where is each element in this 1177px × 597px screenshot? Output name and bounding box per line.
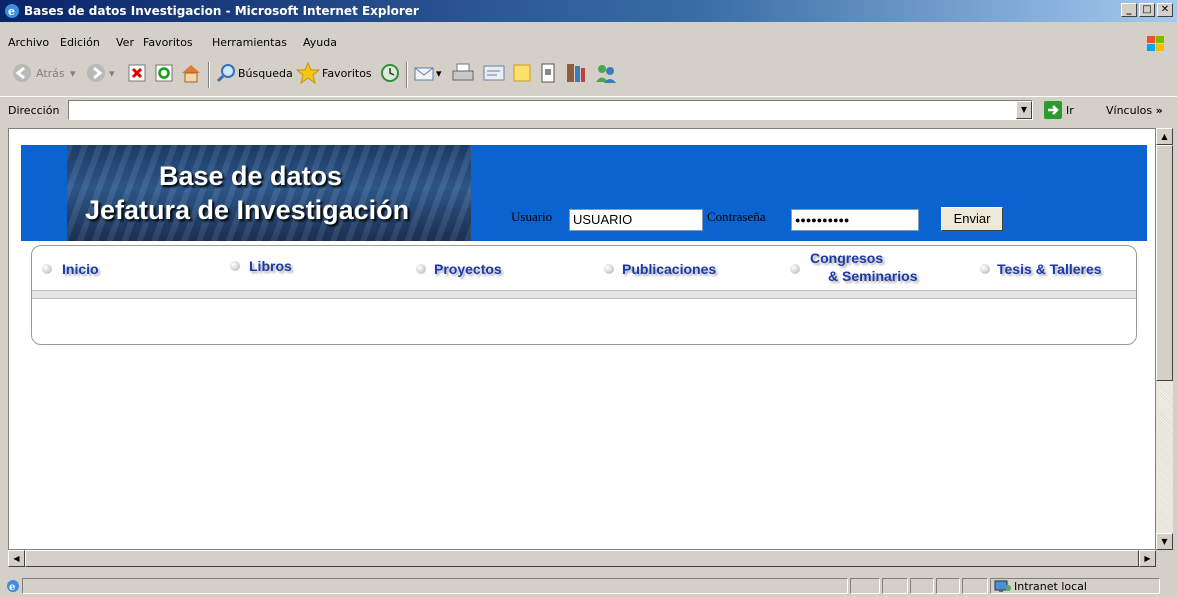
scroll-down-icon[interactable]: ▼ bbox=[1156, 533, 1173, 550]
maximize-button[interactable]: □ bbox=[1139, 3, 1155, 17]
research-icon[interactable] bbox=[565, 62, 587, 84]
title-bar: e Bases de datos Investigacion - Microso… bbox=[0, 0, 1177, 22]
nav-divider bbox=[32, 290, 1136, 299]
page-viewport: Base de datos Jefatura de Investigación … bbox=[8, 128, 1156, 550]
menu-favoritos[interactable]: Favoritos bbox=[143, 36, 193, 49]
status-panel bbox=[882, 578, 908, 594]
page-icon: e bbox=[7, 580, 19, 593]
nav-menu: Inicio Libros Proyectos Publicaciones Co… bbox=[31, 245, 1137, 345]
address-label: Dirección bbox=[8, 104, 60, 117]
users-icon[interactable] bbox=[594, 62, 618, 84]
refresh-icon[interactable] bbox=[155, 64, 173, 82]
password-label: Contraseña bbox=[707, 209, 766, 224]
history-icon[interactable] bbox=[380, 63, 400, 83]
edit-icon[interactable] bbox=[482, 63, 506, 83]
banner-title-line1: Base de datos bbox=[159, 161, 343, 191]
menu-ayuda[interactable]: Ayuda bbox=[303, 36, 337, 49]
search-icon[interactable] bbox=[216, 63, 236, 83]
windows-logo-icon bbox=[1147, 36, 1164, 51]
menu-archivo[interactable]: Archivo bbox=[8, 36, 49, 49]
links-label: Vínculos bbox=[1106, 104, 1153, 117]
nav-publicaciones[interactable]: Publicaciones bbox=[622, 261, 716, 277]
forward-dropdown-icon[interactable]: ▾ bbox=[109, 67, 115, 80]
scrollbar-corner bbox=[1156, 550, 1173, 567]
search-button-label[interactable]: Búsqueda bbox=[238, 67, 293, 80]
go-button[interactable]: Ir bbox=[1044, 100, 1094, 120]
links-button[interactable]: Vínculos » bbox=[1106, 104, 1163, 117]
vertical-scrollbar[interactable]: ▲ ▼ bbox=[1156, 128, 1173, 550]
user-input[interactable]: USUARIO bbox=[569, 209, 703, 231]
mail-dropdown-icon[interactable]: ▾ bbox=[436, 67, 442, 80]
menu-bar: Archivo Edición Ver Favoritos Herramient… bbox=[0, 33, 1177, 53]
scroll-right-icon[interactable]: ▶ bbox=[1139, 550, 1156, 567]
user-label: Usuario bbox=[511, 209, 553, 224]
horizontal-scrollbar[interactable]: ◀ ▶ bbox=[8, 550, 1156, 567]
svg-text:e: e bbox=[8, 5, 15, 18]
discuss-icon[interactable] bbox=[512, 63, 532, 83]
scroll-left-icon[interactable]: ◀ bbox=[8, 550, 25, 567]
forward-arrow-icon[interactable] bbox=[86, 63, 106, 83]
mail-icon[interactable] bbox=[414, 64, 436, 82]
messenger-icon[interactable] bbox=[540, 63, 556, 83]
back-button-label[interactable]: Atrás bbox=[36, 67, 65, 80]
status-panel bbox=[850, 578, 880, 594]
go-label: Ir bbox=[1066, 104, 1074, 117]
back-dropdown-icon[interactable]: ▾ bbox=[70, 67, 76, 80]
menu-edicion[interactable]: Edición bbox=[60, 36, 100, 49]
address-bar: Dirección ▼ Ir Vínculos » bbox=[0, 96, 1177, 125]
vertical-scroll-thumb[interactable] bbox=[1156, 145, 1173, 381]
back-arrow-icon[interactable] bbox=[12, 63, 32, 83]
nav-proyectos[interactable]: Proyectos bbox=[434, 261, 502, 277]
toolbar-separator bbox=[208, 62, 210, 88]
bullet-icon bbox=[790, 264, 800, 274]
nav-libros[interactable]: Libros bbox=[249, 258, 292, 274]
horizontal-scroll-thumb[interactable] bbox=[25, 550, 1139, 567]
window-title: Bases de datos Investigacion - Microsoft… bbox=[24, 4, 419, 18]
stop-icon[interactable] bbox=[128, 64, 146, 82]
nav-congresos[interactable]: Congresos bbox=[810, 250, 883, 266]
nav-seminarios[interactable]: & Seminarios bbox=[828, 268, 917, 284]
menu-herramientas[interactable]: Herramientas bbox=[212, 36, 287, 49]
address-input[interactable]: ▼ bbox=[68, 100, 1033, 120]
close-button[interactable]: ✕ bbox=[1157, 3, 1173, 17]
status-panel bbox=[962, 578, 988, 594]
status-bar: e Intranet local bbox=[0, 575, 1177, 597]
favorites-button-label[interactable]: Favoritos bbox=[322, 67, 372, 80]
minimize-button[interactable]: _ bbox=[1121, 3, 1137, 17]
banner-title-line2: Jefatura de Investigación bbox=[85, 195, 410, 225]
toolbar-separator bbox=[406, 62, 408, 88]
bullet-icon bbox=[416, 264, 426, 274]
nav-inicio[interactable]: Inicio bbox=[62, 261, 99, 277]
bullet-icon bbox=[42, 264, 52, 274]
scroll-up-icon[interactable]: ▲ bbox=[1156, 128, 1173, 145]
nav-tesis-talleres[interactable]: Tesis & Talleres bbox=[997, 261, 1102, 277]
go-arrow-icon bbox=[1044, 101, 1062, 119]
intranet-icon bbox=[994, 580, 1011, 592]
home-icon[interactable] bbox=[180, 62, 202, 84]
favorites-star-icon[interactable] bbox=[296, 62, 320, 84]
password-input[interactable]: ●●●●●●●●●● bbox=[791, 209, 919, 231]
status-panel bbox=[936, 578, 960, 594]
banner-image: Base de datos Jefatura de Investigación bbox=[67, 145, 471, 241]
status-text-panel bbox=[22, 578, 848, 594]
bullet-icon bbox=[230, 261, 240, 271]
status-panel bbox=[910, 578, 934, 594]
bullet-icon bbox=[980, 264, 990, 274]
zone-label: Intranet local bbox=[1014, 580, 1087, 593]
ie-logo-icon: e bbox=[5, 4, 19, 18]
toolbar: Atrás ▾ ▾ Búsqueda Favoritos ▾ bbox=[0, 58, 1177, 92]
address-dropdown-icon[interactable]: ▼ bbox=[1016, 101, 1032, 119]
bullet-icon bbox=[604, 264, 614, 274]
svg-text:e: e bbox=[9, 582, 15, 593]
print-icon[interactable] bbox=[452, 63, 474, 83]
submit-button[interactable]: Enviar bbox=[941, 207, 1003, 231]
menu-ver[interactable]: Ver bbox=[116, 36, 134, 49]
header-banner: Base de datos Jefatura de Investigación … bbox=[21, 145, 1147, 241]
